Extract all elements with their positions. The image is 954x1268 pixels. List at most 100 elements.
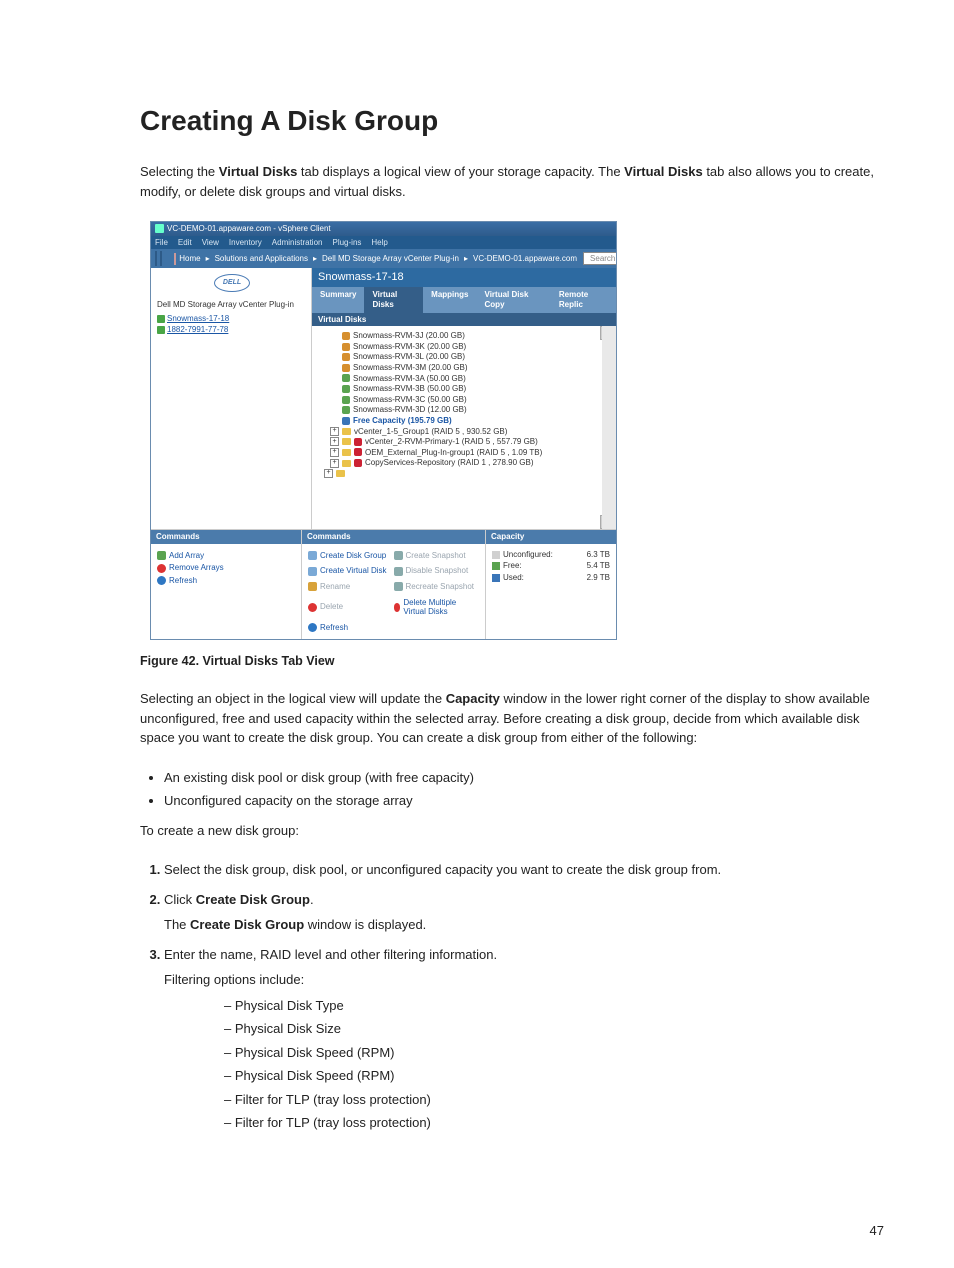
capacity-used: Used: 2.9 TB: [492, 573, 610, 583]
group-icon: [336, 470, 345, 477]
disk-group-item[interactable]: +: [324, 469, 596, 478]
step-1: Select the disk group, disk pool, or unc…: [164, 860, 884, 880]
refresh-link[interactable]: Refresh: [157, 576, 295, 586]
vd-item[interactable]: Snowmass-RVM-3L (20.00 GB): [342, 352, 596, 362]
disk-icon: [342, 385, 350, 393]
nav-forward-button[interactable]: [160, 251, 162, 266]
disk-icon: [342, 332, 350, 340]
virtual-disk-tree[interactable]: ▴ ▾ Snowmass-RVM-3J (20.00 GB) Snowmass-…: [312, 326, 616, 529]
vd-item[interactable]: Snowmass-RVM-3J (20.00 GB): [342, 331, 596, 341]
scroll-down-button[interactable]: ▾: [600, 515, 616, 529]
disk-icon: [342, 374, 350, 382]
tab-mappings[interactable]: Mappings: [423, 287, 476, 312]
create-virtual-disk-link[interactable]: Create Virtual Disk: [308, 566, 394, 576]
menu-plugins[interactable]: Plug-ins: [332, 238, 361, 248]
disk-icon: [342, 343, 350, 351]
disk-group-item[interactable]: +vCenter_1-5_Group1 (RAID 5 , 930.52 GB): [330, 427, 596, 437]
menu-view[interactable]: View: [202, 238, 219, 248]
search-box[interactable]: Search: [583, 252, 616, 266]
app-icon: [155, 224, 164, 233]
vd-item[interactable]: Snowmass-RVM-3M (20.00 GB): [342, 363, 596, 373]
disk-group-item[interactable]: +CopyServices-Repository (RAID 1 , 278.9…: [330, 458, 596, 468]
tab-virtual-disks[interactable]: Virtual Disks: [364, 287, 423, 312]
capacity-unconfigured: Unconfigured: 6.3 TB: [492, 550, 610, 560]
text: Selecting the: [140, 164, 219, 179]
alert-icon: [354, 438, 362, 446]
virtual-disk-icon: [308, 567, 317, 576]
capacity-term: Capacity: [446, 691, 500, 706]
dell-logo: DELL: [214, 274, 250, 292]
expand-icon[interactable]: +: [324, 469, 333, 478]
list-item: An existing disk pool or disk group (wit…: [164, 768, 884, 788]
rename-link: Rename: [308, 582, 394, 592]
vsphere-window: VC-DEMO-01.appaware.com - vSphere Client…: [150, 221, 617, 640]
snapshot-icon: [394, 551, 403, 560]
menu-file[interactable]: File: [155, 238, 168, 248]
list-item: Physical Disk Speed (RPM): [224, 1043, 884, 1063]
expand-icon[interactable]: +: [330, 448, 339, 457]
delete-link: Delete: [308, 598, 394, 617]
procedure-steps: Select the disk group, disk pool, or unc…: [140, 860, 884, 1133]
add-icon: [157, 551, 166, 560]
vd-item[interactable]: Snowmass-RVM-3C (50.00 GB): [342, 395, 596, 405]
intro-paragraph: Selecting the Virtual Disks tab displays…: [140, 162, 884, 201]
navigation-pane: DELL Dell MD Storage Array vCenter Plug-…: [151, 268, 312, 529]
group-icon: [342, 460, 351, 467]
disk-group-item[interactable]: +OEM_External_Plug-In-group1 (RAID 5 , 1…: [330, 448, 596, 458]
source-options-list: An existing disk pool or disk group (wit…: [164, 768, 884, 811]
list-item: Filter for TLP (tray loss protection): [224, 1113, 884, 1133]
disk-icon: [342, 396, 350, 404]
procedure-intro: To create a new disk group:: [140, 821, 884, 841]
toolbar: Home ▸ Solutions and Applications ▸ Dell…: [151, 249, 616, 268]
disable-snapshot-link: Disable Snapshot: [394, 566, 480, 576]
vd-item[interactable]: Snowmass-RVM-3A (50.00 GB): [342, 374, 596, 384]
array-link-2[interactable]: 1882-7991-77-78: [157, 325, 307, 335]
expand-icon[interactable]: +: [330, 427, 339, 436]
filtering-options-list: Physical Disk Type Physical Disk Size Ph…: [224, 996, 884, 1133]
capacity-panel: Capacity Unconfigured: 6.3 TB Free: 5.4 …: [486, 530, 616, 639]
nav-back-button[interactable]: [155, 251, 157, 266]
delete-multiple-vd-link[interactable]: Delete Multiple Virtual Disks: [394, 598, 480, 617]
list-item: Unconfigured capacity on the storage arr…: [164, 791, 884, 811]
home-icon[interactable]: [174, 253, 176, 265]
text: tab displays a logical view of your stor…: [297, 164, 624, 179]
commands-header: Commands: [302, 530, 485, 544]
breadcrumb-plugin[interactable]: Dell MD Storage Array vCenter Plug-in: [322, 254, 459, 264]
expand-icon[interactable]: +: [330, 459, 339, 468]
refresh-link[interactable]: Refresh: [308, 623, 479, 633]
step-2: Click Create Disk Group. The Create Disk…: [164, 890, 884, 935]
expand-icon[interactable]: +: [330, 437, 339, 446]
vd-item[interactable]: Snowmass-RVM-3K (20.00 GB): [342, 342, 596, 352]
vd-item[interactable]: Snowmass-RVM-3B (50.00 GB): [342, 384, 596, 394]
create-disk-group-link[interactable]: Create Disk Group: [308, 551, 394, 561]
nav-header: Dell MD Storage Array vCenter Plug-in: [157, 300, 307, 310]
menu-inventory[interactable]: Inventory: [229, 238, 262, 248]
text: Selecting an object in the logical view …: [140, 691, 446, 706]
window-titlebar: VC-DEMO-01.appaware.com - vSphere Client: [151, 222, 616, 236]
window-title: VC-DEMO-01.appaware.com - vSphere Client: [167, 224, 331, 234]
breadcrumb-home[interactable]: Home: [179, 254, 200, 264]
vd-item[interactable]: Snowmass-RVM-3D (12.00 GB): [342, 405, 596, 415]
remove-arrays-link[interactable]: Remove Arrays: [157, 563, 295, 573]
step-3: Enter the name, RAID level and other fil…: [164, 945, 884, 1133]
scroll-up-button[interactable]: ▴: [600, 326, 616, 340]
add-array-link[interactable]: Add Array: [157, 551, 295, 561]
breadcrumb-host[interactable]: VC-DEMO-01.appaware.com: [473, 254, 577, 264]
array-link-snowmass[interactable]: Snowmass-17-18: [157, 314, 307, 324]
delete-icon: [308, 603, 317, 612]
free-capacity-item[interactable]: Free Capacity (195.79 GB): [342, 416, 596, 426]
capacity-header: Capacity: [486, 530, 616, 544]
tab-remote-replication[interactable]: Remote Replic: [551, 287, 616, 312]
menu-bar: File Edit View Inventory Administration …: [151, 236, 616, 250]
breadcrumb-solutions[interactable]: Solutions and Applications: [215, 254, 308, 264]
commands-left-panel: Commands Add Array Remove Arrays Refresh: [151, 530, 302, 639]
disk-group-item[interactable]: +vCenter_2-RVM-Primary-1 (RAID 5 , 557.7…: [330, 437, 596, 447]
menu-help[interactable]: Help: [371, 238, 387, 248]
menu-edit[interactable]: Edit: [178, 238, 192, 248]
content-pane: Snowmass-17-18 Summary Virtual Disks Map…: [312, 268, 616, 529]
menu-administration[interactable]: Administration: [272, 238, 323, 248]
bottom-panels: Commands Add Array Remove Arrays Refresh…: [151, 529, 616, 639]
filtering-label: Filtering options include:: [164, 970, 884, 990]
tab-virtual-disk-copy[interactable]: Virtual Disk Copy: [477, 287, 551, 312]
tab-summary[interactable]: Summary: [312, 287, 364, 312]
